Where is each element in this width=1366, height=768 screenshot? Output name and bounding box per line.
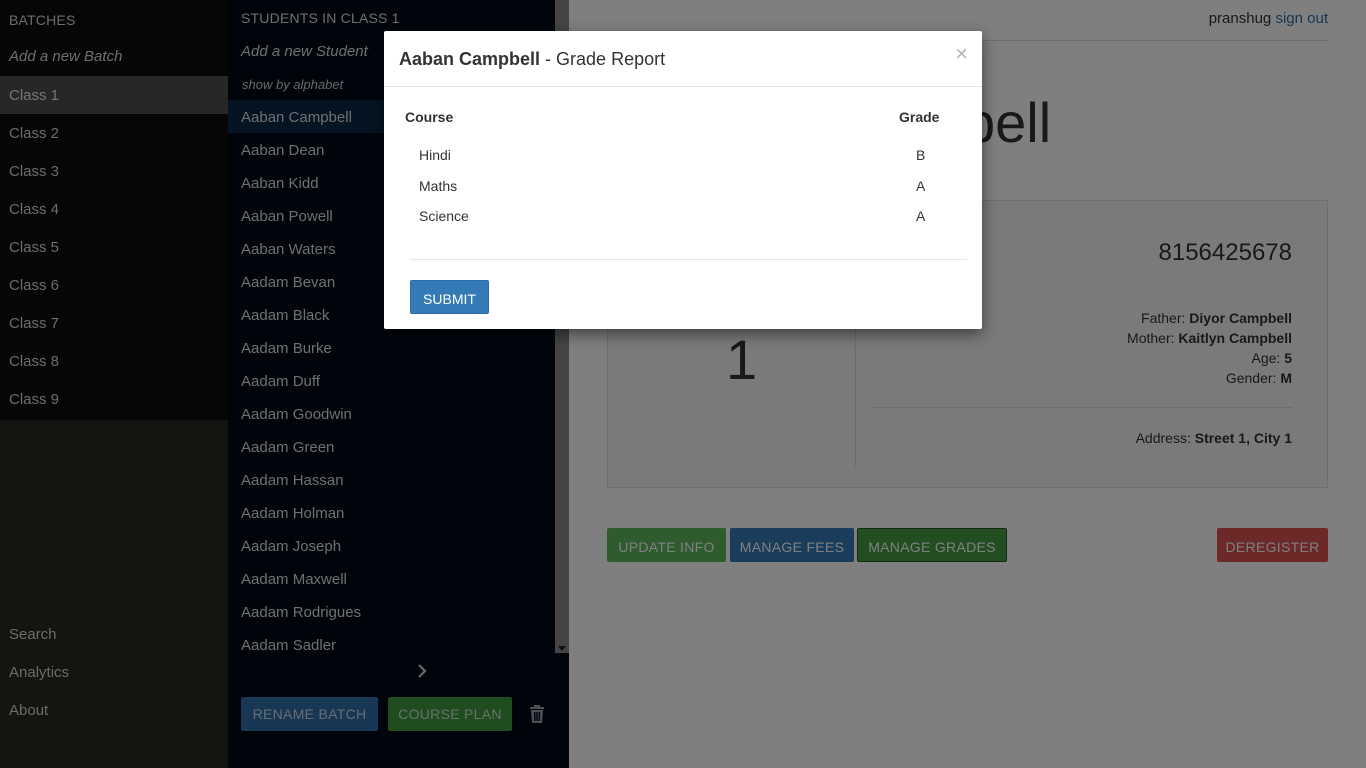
grade-report-modal: Aaban Campbell - Grade Report × Course G… <box>384 31 982 329</box>
submit-button[interactable]: SUBMIT <box>410 280 489 314</box>
grade-cell: A <box>916 178 926 194</box>
course-cell: Maths <box>419 178 458 194</box>
grade-column-header: Grade <box>899 109 940 125</box>
table-row: Hindi B <box>399 147 967 177</box>
modal-divider <box>410 259 967 260</box>
grade-cell: A <box>916 208 926 224</box>
course-column-header: Course <box>405 109 454 125</box>
close-icon[interactable]: × <box>955 43 968 65</box>
modal-student-name: Aaban Campbell <box>399 49 541 69</box>
modal-title-suffix: - Grade Report <box>545 49 666 69</box>
modal-header: Aaban Campbell - Grade Report <box>384 31 982 87</box>
course-cell: Science <box>419 208 469 224</box>
grade-cell: B <box>916 147 926 163</box>
table-row: Science A <box>399 208 967 238</box>
table-row: Maths A <box>399 178 967 208</box>
course-cell: Hindi <box>419 147 451 163</box>
